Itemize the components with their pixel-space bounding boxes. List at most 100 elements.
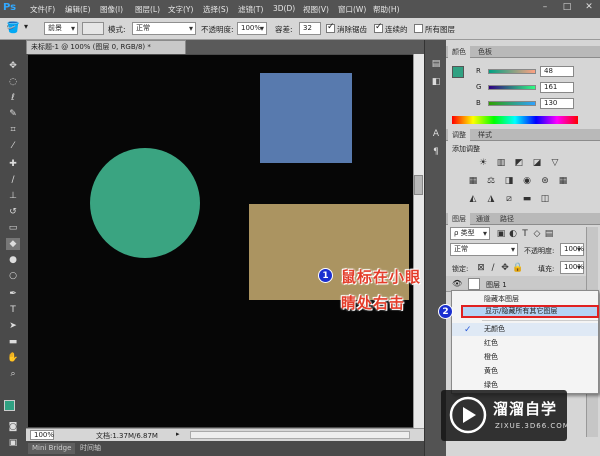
path-select-tool-icon[interactable]: ➤ <box>6 320 20 332</box>
filter-shape-icon[interactable]: ◇ <box>532 229 542 239</box>
layer-name[interactable]: 图层 1 <box>486 280 507 290</box>
b-value[interactable]: 130 <box>540 98 574 109</box>
menu-edit[interactable]: 编辑(E) <box>65 4 91 15</box>
stamp-tool-icon[interactable]: ⊥ <box>6 190 20 202</box>
channel-mixer-icon[interactable]: ⊛ <box>540 176 550 186</box>
color-balance-icon[interactable]: ⚖ <box>486 176 496 186</box>
tab-layers[interactable]: 图层 <box>448 213 470 225</box>
photo-filter-icon[interactable]: ◉ <box>522 176 532 186</box>
b-slider[interactable] <box>488 101 536 106</box>
foreground-color-swatch[interactable] <box>4 400 15 411</box>
lock-transparent-icon[interactable]: ⊠ <box>476 263 486 273</box>
history-panel-icon[interactable]: ▤ <box>429 58 443 70</box>
zoom-tool-icon[interactable]: ⌕ <box>6 368 20 380</box>
curves-icon[interactable]: ◩ <box>514 158 524 168</box>
eye-icon[interactable]: 👁 <box>452 279 462 288</box>
move-tool-icon[interactable]: ✥ <box>6 60 20 72</box>
crop-tool-icon[interactable]: ⌗ <box>6 124 20 136</box>
tab-adjustments[interactable]: 调整 <box>448 129 470 141</box>
screen-mode-icon[interactable]: ▣ <box>6 437 20 449</box>
doc-size-info[interactable]: 文档:1.37M/6.87M <box>96 431 158 441</box>
status-arrow-icon[interactable]: ▸ <box>176 430 180 438</box>
posterize-icon[interactable]: ◮ <box>486 194 496 204</box>
filter-smart-icon[interactable]: ▤ <box>544 229 554 239</box>
menu-item-yellow[interactable]: 黄色 <box>452 365 598 378</box>
shape-tool-icon[interactable]: ▬ <box>6 336 20 348</box>
vibrance-icon[interactable]: ▽ <box>550 158 560 168</box>
paint-bucket-icon[interactable]: 🪣 <box>6 21 20 34</box>
dodge-tool-icon[interactable]: ○ <box>6 270 20 282</box>
quick-mask-icon[interactable]: ◙ <box>6 421 20 433</box>
lock-position-icon[interactable]: ✥ <box>500 263 510 273</box>
pen-tool-icon[interactable]: ✒ <box>6 288 20 300</box>
fill-input[interactable]: 100% <box>560 261 584 274</box>
eyedropper-tool-icon[interactable]: ⁄ <box>6 140 20 152</box>
filter-adjust-icon[interactable]: ◐ <box>508 229 518 239</box>
brush-tool-icon[interactable]: ∕ <box>6 174 20 186</box>
brightness-icon[interactable]: ☀ <box>478 158 488 168</box>
hue-saturation-icon[interactable]: ▦ <box>468 176 478 186</box>
g-slider[interactable] <box>488 85 536 90</box>
canvas[interactable] <box>28 55 413 427</box>
vertical-scrollbar[interactable] <box>413 54 424 428</box>
document-tab[interactable]: 未标题-1 @ 100% (图层 0, RGB/8) * <box>26 40 186 54</box>
menu-3d[interactable]: 3D(D) <box>273 4 295 13</box>
color-fg-swatch[interactable] <box>452 66 464 78</box>
menu-item-red[interactable]: 红色 <box>452 337 598 350</box>
menu-layer[interactable]: 图层(L) <box>135 4 160 15</box>
layer-filter-select[interactable]: ρ 类型 <box>450 227 490 240</box>
menu-type[interactable]: 文字(Y) <box>168 4 193 15</box>
zoom-field[interactable]: 100% <box>30 430 54 440</box>
lock-all-icon[interactable]: 🔒 <box>512 263 523 273</box>
all-layers-checkbox[interactable] <box>414 24 423 33</box>
horizontal-scrollbar[interactable] <box>190 431 410 439</box>
opacity-input[interactable]: 100% <box>237 22 267 35</box>
close-icon[interactable]: ✕ <box>578 0 600 14</box>
history-brush-tool-icon[interactable]: ↺ <box>6 206 20 218</box>
pattern-picker[interactable] <box>82 22 104 35</box>
paint-bucket-tool-icon[interactable]: ◆ <box>6 238 20 250</box>
contiguous-checkbox[interactable] <box>374 22 383 33</box>
menu-item-toggle-other-layers[interactable]: 显示/隐藏所有其它图层 <box>461 305 599 318</box>
scrollbar-thumb[interactable] <box>414 175 423 195</box>
antialias-checkbox[interactable] <box>326 22 335 33</box>
menu-filter[interactable]: 滤镜(T) <box>238 4 263 15</box>
menu-item-no-color[interactable]: 无颜色 <box>452 323 598 336</box>
filter-type-icon[interactable]: T <box>520 229 530 239</box>
black-white-icon[interactable]: ◨ <box>504 176 514 186</box>
chevron-down-icon[interactable]: ▾ <box>24 22 28 31</box>
eraser-tool-icon[interactable]: ▭ <box>6 222 20 234</box>
hand-tool-icon[interactable]: ✋ <box>6 352 20 364</box>
lasso-tool-icon[interactable]: ℓ <box>6 92 20 104</box>
tab-mini-bridge[interactable]: Mini Bridge <box>28 443 76 454</box>
tab-swatches[interactable]: 色板 <box>474 46 496 58</box>
menu-item-orange[interactable]: 橙色 <box>452 351 598 364</box>
tab-timeline[interactable]: 时间轴 <box>76 443 105 454</box>
lock-image-icon[interactable]: ∕ <box>488 263 498 273</box>
r-slider[interactable] <box>488 69 536 74</box>
menu-view[interactable]: 视图(V) <box>303 4 329 15</box>
tab-channels[interactable]: 通道 <box>472 213 494 225</box>
tab-styles[interactable]: 样式 <box>474 129 496 141</box>
menu-help[interactable]: 帮助(H) <box>373 4 400 15</box>
menu-file[interactable]: 文件(F) <box>30 4 55 15</box>
minimize-icon[interactable]: – <box>534 0 556 14</box>
properties-panel-icon[interactable]: ◧ <box>429 76 443 88</box>
maximize-icon[interactable]: □ <box>556 0 578 14</box>
fill-source-select[interactable]: 前景 <box>44 22 78 35</box>
color-spectrum-bar[interactable] <box>452 116 578 124</box>
blur-tool-icon[interactable]: ● <box>6 254 20 266</box>
color-lookup-icon[interactable]: ▦ <box>558 176 568 186</box>
menu-image[interactable]: 图像(I) <box>100 4 123 15</box>
character-panel-icon[interactable]: A <box>429 128 443 140</box>
mode-select[interactable]: 正常 <box>132 22 196 35</box>
menu-window[interactable]: 窗口(W) <box>338 4 366 15</box>
paragraph-panel-icon[interactable]: ¶ <box>429 146 443 158</box>
filter-pixel-icon[interactable]: ▣ <box>496 229 506 239</box>
threshold-icon[interactable]: ⧄ <box>504 194 514 204</box>
layer-opacity-input[interactable]: 100% <box>560 243 584 256</box>
marquee-tool-icon[interactable]: ◌ <box>6 76 20 88</box>
menu-select[interactable]: 选择(S) <box>203 4 229 15</box>
tolerance-input[interactable]: 32 <box>299 22 321 35</box>
gradient-map-icon[interactable]: ▬ <box>522 194 532 204</box>
